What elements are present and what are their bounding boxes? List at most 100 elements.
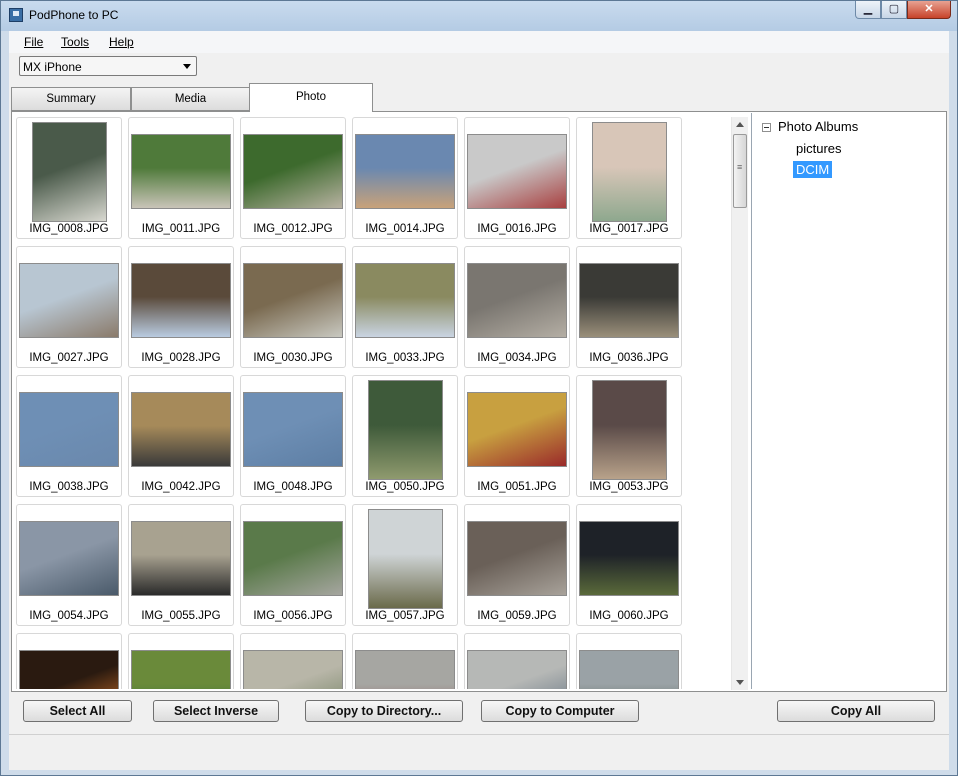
photo-tile[interactable]: IMG_0048.JPG [240,375,346,497]
photo-grid[interactable]: IMG_0008.JPG IMG_0011.JPG IMG_0012.JPG IMG_… [16,117,728,689]
photo-thumbnail [467,134,567,209]
copy-to-computer-button[interactable]: Copy to Computer [481,700,639,722]
photo-tile[interactable]: IMG_0051.JPG [464,375,570,497]
photo-tile[interactable]: IMG_0066.JPG [576,633,682,689]
collapse-icon[interactable] [762,123,771,132]
scroll-thumb[interactable] [733,134,747,208]
photo-tile[interactable]: IMG_0057.JPG [352,504,458,626]
photo-tile[interactable]: IMG_0056.JPG [240,504,346,626]
tab-strip: Summary Media Photo [11,83,951,113]
photo-tile[interactable]: IMG_0017.JPG [576,117,682,239]
photo-filename: IMG_0038.JPG [29,481,109,493]
photo-filename: IMG_0051.JPG [477,481,557,493]
photo-thumbnail [579,650,679,689]
photo-filename: IMG_0016.JPG [477,223,557,235]
photo-thumbnail [579,521,679,596]
copy-all-button[interactable]: Copy All [777,700,935,722]
photo-thumbnail [367,509,443,609]
chevron-down-icon [183,64,191,69]
photo-tile[interactable]: IMG_0008.JPG [16,117,122,239]
photo-filename: IMG_0060.JPG [589,610,669,622]
copy-to-directory-button[interactable]: Copy to Directory... [305,700,463,722]
maximize-button[interactable]: ▢ [881,1,907,19]
photo-filename: IMG_0034.JPG [477,352,557,364]
photo-tile[interactable]: IMG_0038.JPG [16,375,122,497]
tree-item-pictures[interactable]: pictures [796,141,842,156]
close-button[interactable]: ✕ [907,1,951,19]
menu-file[interactable]: File [24,35,43,49]
photo-filename: IMG_0054.JPG [29,610,109,622]
photo-tile[interactable]: IMG_0054.JPG [16,504,122,626]
tree-item-dcim[interactable]: DCIM [793,161,833,178]
photo-tile[interactable]: IMG_0028.JPG [128,246,234,368]
menu-help[interactable]: Help [109,35,134,49]
photo-tile[interactable]: IMG_0059.JPG [464,504,570,626]
photo-tile[interactable]: IMG_0011.JPG [128,117,234,239]
photo-thumbnail [591,380,667,480]
photo-panel: IMG_0008.JPG IMG_0011.JPG IMG_0012.JPG IMG_… [11,111,947,692]
photo-tile[interactable]: IMG_0030.JPG [240,246,346,368]
tree-root-label: Photo Albums [778,119,859,134]
photo-thumbnail [131,650,231,689]
photo-thumbnail [243,521,343,596]
photo-thumbnail [19,392,119,467]
minimize-icon: ▁ [863,3,873,15]
photo-tile[interactable]: IMG_0060.JPG [576,504,682,626]
photo-tile[interactable]: IMG_0055.JPG [128,504,234,626]
photo-tile[interactable]: IMG_0061.JPG [16,633,122,689]
photo-tile[interactable]: IMG_0062.JPG [128,633,234,689]
scroll-down-icon[interactable] [736,680,744,685]
photo-tile[interactable]: IMG_0050.JPG [352,375,458,497]
photo-thumbnail [243,134,343,209]
scroll-up-icon[interactable] [736,122,744,127]
photo-filename: IMG_0048.JPG [253,481,333,493]
photo-tile[interactable]: IMG_0027.JPG [16,246,122,368]
photo-tile[interactable]: IMG_0016.JPG [464,117,570,239]
photo-thumbnail [467,263,567,338]
select-inverse-button[interactable]: Select Inverse [153,700,279,722]
minimize-button[interactable]: ▁ [855,1,881,19]
photo-thumbnail [131,521,231,596]
tab-media[interactable]: Media [131,87,250,111]
photo-filename: IMG_0055.JPG [141,610,221,622]
photo-tile[interactable]: IMG_0036.JPG [576,246,682,368]
photo-thumbnail [355,650,455,689]
photo-thumbnail [131,263,231,338]
close-icon: ✕ [924,3,934,15]
photo-filename: IMG_0012.JPG [253,223,333,235]
photo-filename: IMG_0030.JPG [253,352,333,364]
select-all-button[interactable]: Select All [23,700,132,722]
photo-thumbnail [367,380,443,480]
photo-thumbnail [19,263,119,338]
menu-bar: File Tools Help [9,31,949,53]
photo-filename: IMG_0053.JPG [589,481,669,493]
tab-summary[interactable]: Summary [11,87,131,111]
photo-tile[interactable]: IMG_0014.JPG [352,117,458,239]
photo-thumbnail [467,650,567,689]
album-tree: Photo Albums pictures DCIM [751,113,946,689]
photo-thumbnail [355,134,455,209]
photo-tile[interactable]: IMG_0033.JPG [352,246,458,368]
photo-thumbnail [355,263,455,338]
photo-tile[interactable]: IMG_0042.JPG [128,375,234,497]
photo-tile[interactable]: IMG_0064.JPG [352,633,458,689]
photo-filename: IMG_0059.JPG [477,610,557,622]
photo-grid-scrollbar[interactable] [731,117,748,690]
photo-filename: IMG_0033.JPG [365,352,445,364]
photo-filename: IMG_0008.JPG [29,223,109,235]
title-bar[interactable]: PodPhone to PC ▁ ▢ ✕ [1,1,957,31]
photo-filename: IMG_0042.JPG [141,481,221,493]
photo-thumbnail [243,263,343,338]
photo-tile[interactable]: IMG_0053.JPG [576,375,682,497]
device-select[interactable]: MX iPhone [19,56,197,76]
photo-thumbnail [467,521,567,596]
photo-tile[interactable]: IMG_0012.JPG [240,117,346,239]
photo-thumbnail [31,122,107,222]
tab-photo[interactable]: Photo [249,83,373,112]
photo-tile[interactable]: IMG_0065.JPG [464,633,570,689]
photo-thumbnail [591,122,667,222]
photo-tile[interactable]: IMG_0063.JPG [240,633,346,689]
client-area: File Tools Help MX iPhone Summary Media … [9,31,951,770]
menu-tools[interactable]: Tools [61,35,89,49]
photo-tile[interactable]: IMG_0034.JPG [464,246,570,368]
